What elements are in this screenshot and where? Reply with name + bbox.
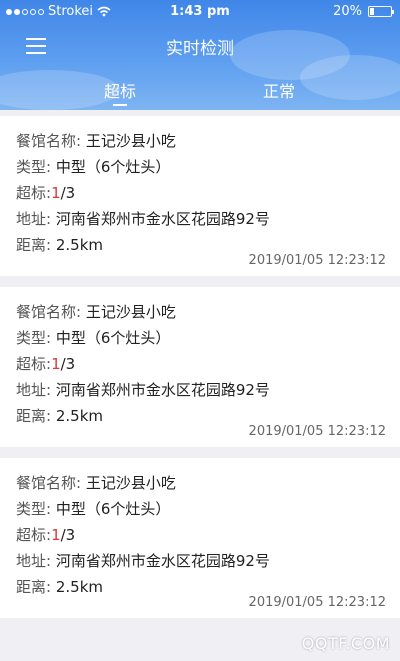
address-label: 地址: [16, 381, 52, 399]
address-value: 河南省郑州市金水区花园路92号 [55, 552, 270, 570]
exceed-count: 1 [51, 526, 61, 544]
app-header: Strokei 1:43 pm 20% 实时检测 超标 正常 [0, 0, 400, 110]
record-timestamp: 2019/01/05 12:23:12 [248, 424, 386, 439]
address-label: 地址: [16, 210, 52, 228]
tab-exceeded[interactable]: 超标 [60, 78, 180, 102]
restaurant-name: 王记沙县小吃 [85, 303, 176, 321]
distance-label: 距离: [16, 236, 52, 254]
exceed-total: /3 [60, 184, 76, 202]
list-item[interactable]: 餐馆名称: 王记沙县小吃 类型: 中型（6个灶头） 超标:1/3 地址: 河南省… [0, 287, 400, 447]
address-row: 地址: 河南省郑州市金水区花园路92号 [16, 379, 270, 400]
list-item[interactable]: 餐馆名称: 王记沙县小吃 类型: 中型（6个灶头） 超标:1/3 地址: 河南省… [0, 458, 400, 618]
restaurant-name-row: 餐馆名称: 王记沙县小吃 [16, 301, 176, 322]
name-label: 餐馆名称: [16, 132, 82, 150]
active-tab-indicator [113, 104, 127, 106]
battery-percent: 20% [333, 4, 362, 19]
type-row: 类型: 中型（6个灶头） [16, 327, 170, 348]
record-timestamp: 2019/01/05 12:23:12 [248, 253, 386, 268]
restaurant-type: 中型（6个灶头） [55, 158, 171, 176]
distance-row: 距离: 2.5km [16, 576, 103, 597]
restaurant-name-row: 餐馆名称: 王记沙县小吃 [16, 130, 176, 151]
exceed-total: /3 [60, 526, 76, 544]
record-timestamp: 2019/01/05 12:23:12 [248, 595, 386, 610]
battery-icon [368, 6, 394, 17]
type-row: 类型: 中型（6个灶头） [16, 156, 170, 177]
address-row: 地址: 河南省郑州市金水区花园路92号 [16, 208, 270, 229]
type-label: 类型: [16, 500, 52, 518]
name-label: 餐馆名称: [16, 303, 82, 321]
exceed-label: 超标: [16, 526, 52, 544]
status-bar: Strokei 1:43 pm 20% [0, 0, 400, 24]
exceed-total: /3 [60, 355, 76, 373]
exceed-row: 超标:1/3 [16, 524, 75, 545]
page-title: 实时检测 [166, 39, 234, 59]
restaurant-type: 中型（6个灶头） [55, 500, 171, 518]
type-label: 类型: [16, 158, 52, 176]
exceed-row: 超标:1/3 [16, 353, 75, 374]
exceed-row: 超标:1/3 [16, 182, 75, 203]
watermark: QQTF.COM [301, 634, 390, 653]
tab-normal[interactable]: 正常 [219, 78, 339, 102]
restaurant-name: 王记沙县小吃 [85, 132, 176, 150]
distance-label: 距离: [16, 407, 52, 425]
restaurant-name-row: 餐馆名称: 王记沙县小吃 [16, 472, 176, 493]
exceed-label: 超标: [16, 184, 52, 202]
exceed-label: 超标: [16, 355, 52, 373]
name-label: 餐馆名称: [16, 474, 82, 492]
type-row: 类型: 中型（6个灶头） [16, 498, 170, 519]
nav-bar: 实时检测 [0, 28, 400, 64]
tab-bar: 超标 正常 [0, 72, 400, 110]
address-row: 地址: 河南省郑州市金水区花园路92号 [16, 550, 270, 571]
list-item[interactable]: 餐馆名称: 王记沙县小吃 类型: 中型（6个灶头） 超标:1/3 地址: 河南省… [0, 116, 400, 276]
distance-label: 距离: [16, 578, 52, 596]
exceed-count: 1 [51, 355, 61, 373]
address-value: 河南省郑州市金水区花园路92号 [55, 381, 270, 399]
type-label: 类型: [16, 329, 52, 347]
battery-area: 20% [333, 4, 394, 19]
address-label: 地址: [16, 552, 52, 570]
exceed-count: 1 [51, 184, 61, 202]
distance-value: 2.5km [55, 236, 103, 254]
address-value: 河南省郑州市金水区花园路92号 [55, 210, 270, 228]
distance-value: 2.5km [55, 407, 103, 425]
restaurant-type: 中型（6个灶头） [55, 329, 171, 347]
distance-row: 距离: 2.5km [16, 234, 103, 255]
restaurant-name: 王记沙县小吃 [85, 474, 176, 492]
distance-row: 距离: 2.5km [16, 405, 103, 426]
distance-value: 2.5km [55, 578, 103, 596]
